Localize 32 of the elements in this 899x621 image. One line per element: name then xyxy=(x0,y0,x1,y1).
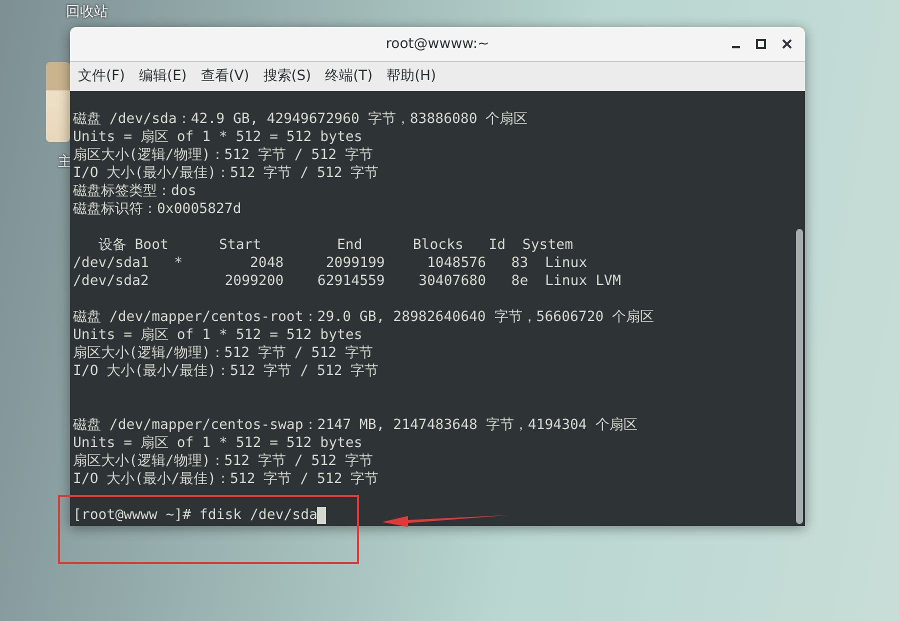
maximize-icon[interactable] xyxy=(755,38,767,50)
terminal-line: I/O 大小(最小/最佳)：512 字节 / 512 字节 xyxy=(73,362,379,380)
menu-item[interactable]: 查看(V) xyxy=(200,66,250,87)
scrollbar-thumb[interactable] xyxy=(796,229,803,524)
close-icon[interactable] xyxy=(781,38,793,50)
terminal-line: 磁盘 /dev/mapper/centos-swap：2147 MB, 2147483648 字节，4194304 个扇区 xyxy=(73,416,638,434)
menu-item[interactable]: 搜索(S) xyxy=(263,66,312,87)
terminal-line: I/O 大小(最小/最佳)：512 字节 / 512 字节 xyxy=(73,164,379,182)
menu-item[interactable]: 编辑(E) xyxy=(138,66,187,87)
terminal-line: /dev/sda2 2099200 62914559 30407680 8e Linux LVM xyxy=(73,272,621,290)
terminal-line: 设备 Boot Start End Blocks Id System xyxy=(97,236,574,254)
terminal-line: 扇区大小(逻辑/物理)：512 字节 / 512 字节 xyxy=(73,452,374,470)
menu-item[interactable]: 帮助(H) xyxy=(386,66,436,87)
window-title: root@wwww:~ xyxy=(386,34,490,54)
terminal-line: Units = 扇区 of 1 * 512 = 512 bytes xyxy=(73,434,362,452)
terminal-line: Units = 扇区 of 1 * 512 = 512 bytes xyxy=(73,128,362,146)
terminal-line: I/O 大小(最小/最佳)：512 字节 / 512 字节 xyxy=(73,470,379,488)
terminal-line: 磁盘 /dev/mapper/centos-root：29.0 GB, 28982640640 字节，56606720 个扇区 xyxy=(73,308,654,326)
terminal-line: 磁盘标签类型：dos xyxy=(73,182,196,200)
terminal-line: /dev/sda1 * 2048 2099199 1048576 83 Linux xyxy=(73,254,588,272)
text-cursor xyxy=(317,506,326,524)
terminal-line: 磁盘 /dev/sda：42.9 GB, 42949672960 字节，83886080 个扇区 xyxy=(73,110,528,128)
menu-item[interactable]: 文件(F) xyxy=(78,66,125,87)
menu-item[interactable]: 终端(T) xyxy=(325,66,373,87)
terminal-line: Units = 扇区 of 1 * 512 = 512 bytes xyxy=(73,326,362,344)
command-prompt: [root@wwww ~]# fdisk /dev/sda xyxy=(73,506,318,524)
terminal-line: 磁盘标识符：0x0005827d xyxy=(73,200,242,218)
terminal-line: 扇区大小(逻辑/物理)：512 字节 / 512 字节 xyxy=(73,146,374,164)
desktop-icon-label: 回收站 xyxy=(66,3,108,22)
scrollbar[interactable] xyxy=(794,91,805,526)
desktop-icon-label: 主 xyxy=(58,153,72,172)
terminal-line: 扇区大小(逻辑/物理)：512 字节 / 512 字节 xyxy=(73,344,374,362)
